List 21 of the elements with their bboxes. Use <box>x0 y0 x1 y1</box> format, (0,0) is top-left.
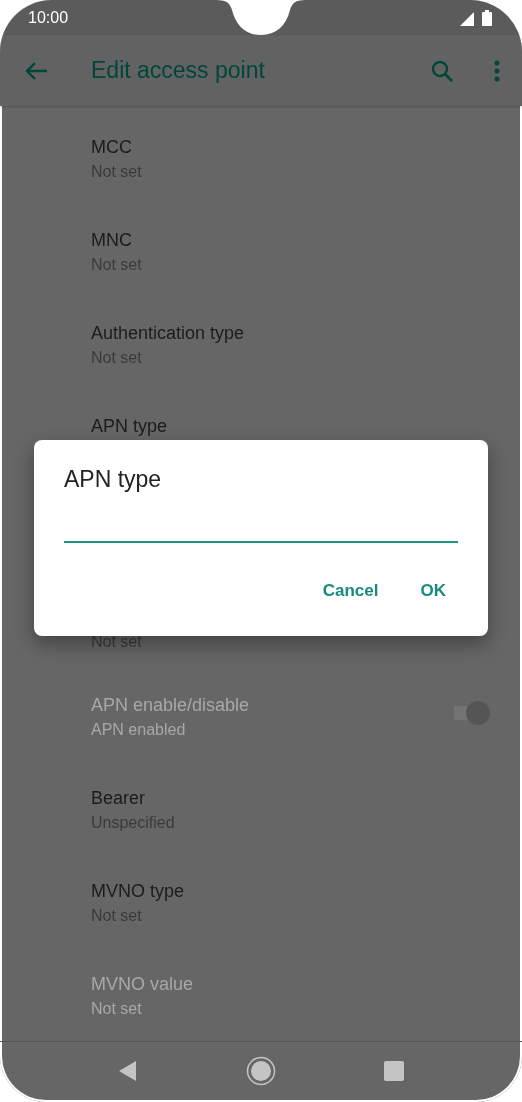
back-arrow-icon[interactable] <box>24 60 48 81</box>
more-options-icon[interactable] <box>494 59 500 82</box>
ok-button[interactable]: OK <box>420 581 446 601</box>
setting-title[interactable]: APN type <box>91 413 490 439</box>
cancel-button[interactable]: Cancel <box>322 581 379 601</box>
back-icon[interactable] <box>118 1060 138 1082</box>
setting-title[interactable]: Bearer <box>91 785 490 811</box>
status-time: 10:00 <box>28 8 69 27</box>
screen-title: Edit access point <box>91 57 266 84</box>
setting-title[interactable]: MNC <box>91 227 490 253</box>
setting-title[interactable]: Authentication type <box>91 320 490 346</box>
signal-icon <box>460 11 474 26</box>
battery-icon <box>482 9 492 26</box>
search-icon[interactable] <box>430 58 454 83</box>
setting-value: APN enabled <box>91 720 187 740</box>
home-icon[interactable] <box>246 1056 276 1086</box>
setting-title[interactable]: MCC <box>91 134 490 160</box>
setting-title[interactable]: MVNO type <box>91 878 490 904</box>
setting-value: Not set <box>91 999 143 1019</box>
recents-icon[interactable] <box>384 1061 404 1081</box>
dialog-title: APN type <box>64 466 163 493</box>
